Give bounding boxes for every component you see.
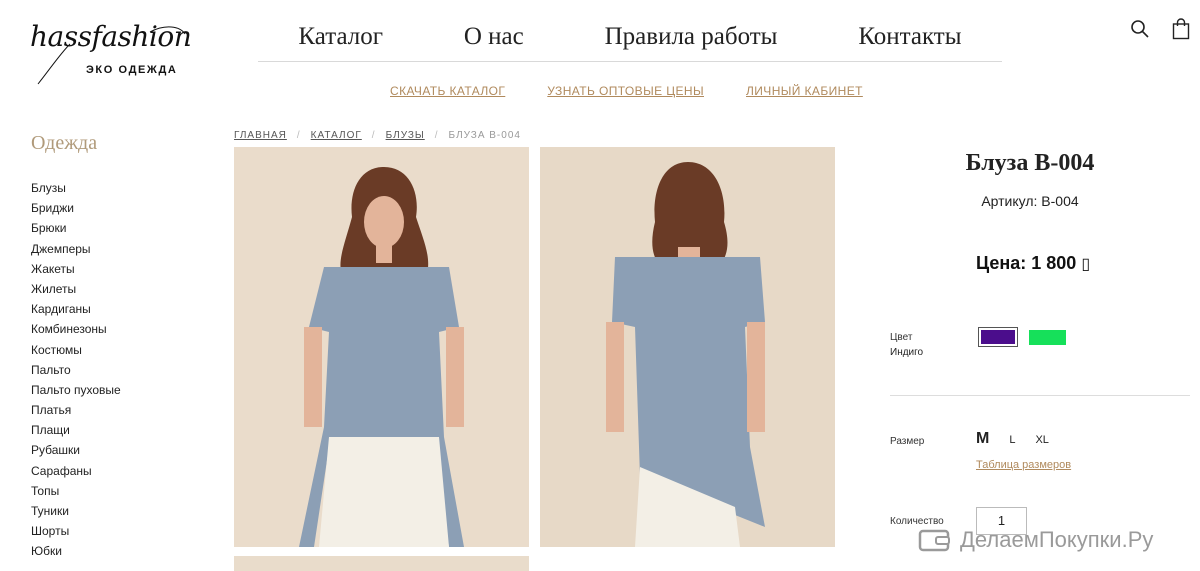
breadcrumb-catalog[interactable]: КАТАЛОГ bbox=[311, 130, 362, 141]
size-option-l[interactable]: L bbox=[1009, 434, 1015, 446]
size-option-m[interactable]: M bbox=[976, 430, 989, 448]
product-photo-front[interactable] bbox=[234, 147, 529, 547]
breadcrumb-current: БЛУЗА B-004 bbox=[448, 130, 521, 141]
sidebar-item[interactable]: Бриджи bbox=[31, 198, 121, 218]
size-option-xl[interactable]: XL bbox=[1035, 434, 1048, 446]
product-photo-thumb[interactable] bbox=[234, 556, 529, 571]
size-label: Размер bbox=[890, 436, 925, 447]
breadcrumb-home[interactable]: ГЛАВНАЯ bbox=[234, 130, 287, 141]
sidebar-item[interactable]: Кардиганы bbox=[31, 299, 121, 319]
sidebar-item[interactable]: Блузы bbox=[31, 178, 121, 198]
nav-about[interactable]: О нас bbox=[464, 23, 524, 51]
product-price: Цена: 1 800 ▯ bbox=[976, 253, 1090, 274]
account-link[interactable]: ЛИЧНЫЙ КАБИНЕТ bbox=[746, 84, 863, 98]
color-swatch-indigo[interactable] bbox=[978, 327, 1018, 347]
sidebar-item[interactable]: Шорты bbox=[31, 521, 121, 541]
quantity-label: Количество bbox=[890, 516, 944, 527]
breadcrumb-separator: / bbox=[296, 130, 301, 141]
sidebar-item[interactable]: Юбки bbox=[31, 541, 121, 561]
sidebar-category-list: Блузы Бриджи Брюки Джемперы Жакеты Жилет… bbox=[31, 178, 121, 562]
sidebar-item[interactable]: Пальто bbox=[31, 360, 121, 380]
sidebar-item[interactable]: Сарафаны bbox=[31, 461, 121, 481]
sidebar-title: Одежда bbox=[31, 132, 98, 154]
search-icon[interactable] bbox=[1130, 19, 1150, 39]
wholesale-prices-link[interactable]: УЗНАТЬ ОПТОВЫЕ ЦЕНЫ bbox=[547, 84, 704, 98]
swatch-fill bbox=[981, 330, 1015, 344]
nav-contacts[interactable]: Контакты bbox=[858, 23, 961, 51]
breadcrumb: ГЛАВНАЯ / КАТАЛОГ / БЛУЗЫ / БЛУЗА B-004 bbox=[234, 130, 521, 141]
model-back-illustration bbox=[540, 147, 835, 547]
sub-nav: СКАЧАТЬ КАТАЛОГ УЗНАТЬ ОПТОВЫЕ ЦЕНЫ ЛИЧН… bbox=[390, 84, 863, 98]
breadcrumb-category[interactable]: БЛУЗЫ bbox=[386, 130, 425, 141]
watermark: ДелаемПокупки.Ру bbox=[918, 527, 1153, 553]
nav-rules[interactable]: Правила работы bbox=[605, 23, 778, 51]
sidebar-item[interactable]: Костюмы bbox=[31, 340, 121, 360]
sidebar-item[interactable]: Джемперы bbox=[31, 239, 121, 259]
logo-tagline: ЭКО ОДЕЖДА bbox=[86, 64, 178, 76]
cart-icon[interactable] bbox=[1172, 18, 1190, 40]
breadcrumb-separator: / bbox=[434, 130, 439, 141]
breadcrumb-separator: / bbox=[371, 130, 376, 141]
watermark-text: ДелаемПокупки.Ру bbox=[960, 527, 1154, 552]
sidebar-item[interactable]: Туники bbox=[31, 501, 121, 521]
sidebar-item[interactable]: Рубашки bbox=[31, 440, 121, 460]
size-table-link[interactable]: Таблица размеров bbox=[976, 459, 1071, 471]
currency-icon: ▯ bbox=[1081, 256, 1091, 273]
brand-logo[interactable]: hassfashion ЭКО ОДЕЖДА bbox=[30, 14, 192, 86]
divider bbox=[890, 395, 1190, 396]
wallet-icon bbox=[918, 529, 950, 552]
sidebar-item[interactable]: Платья bbox=[31, 400, 121, 420]
sidebar-item[interactable]: Топы bbox=[31, 481, 121, 501]
product-title: Блуза B-004 bbox=[965, 150, 1095, 176]
sidebar-item[interactable]: Пальто пуховые bbox=[31, 380, 121, 400]
price-value: Цена: 1 800 bbox=[976, 253, 1082, 273]
download-catalog-link[interactable]: СКАЧАТЬ КАТАЛОГ bbox=[390, 84, 505, 98]
nav-catalog[interactable]: Каталог bbox=[298, 23, 383, 51]
main-nav: Каталог О нас Правила работы Контакты bbox=[258, 12, 1002, 62]
sidebar-item[interactable]: Жилеты bbox=[31, 279, 121, 299]
header-icons bbox=[1130, 18, 1190, 40]
product-photo-back[interactable] bbox=[540, 147, 835, 547]
logo-wordmark: hassfashion bbox=[30, 20, 192, 53]
color-label: Цвет bbox=[890, 332, 913, 343]
sidebar-item[interactable]: Плащи bbox=[31, 420, 121, 440]
sidebar-item[interactable]: Жакеты bbox=[31, 259, 121, 279]
product-sku: Артикул: B-004 bbox=[981, 193, 1079, 209]
sidebar-item[interactable]: Брюки bbox=[31, 218, 121, 238]
model-front-illustration bbox=[234, 147, 529, 547]
color-value: Индиго bbox=[890, 347, 924, 358]
size-options: M L XL bbox=[976, 430, 1049, 448]
color-swatch-green[interactable] bbox=[1029, 330, 1066, 345]
sidebar-item[interactable]: Комбинезоны bbox=[31, 319, 121, 339]
